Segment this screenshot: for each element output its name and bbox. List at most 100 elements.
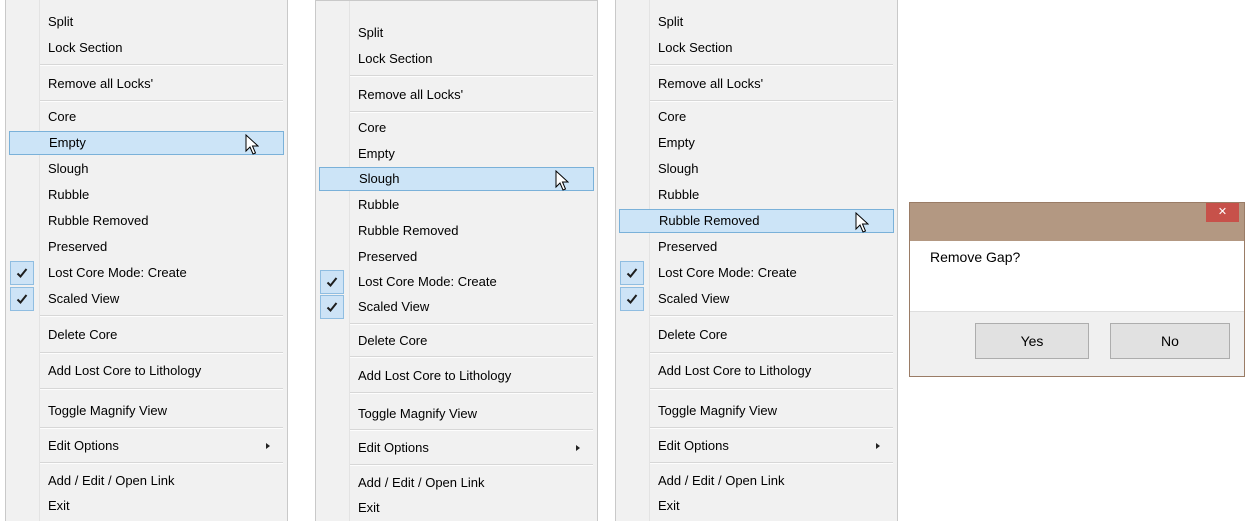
menu-separator [40, 352, 283, 354]
menu-item-preserved[interactable]: Preserved [619, 235, 894, 259]
yes-button[interactable]: Yes [975, 323, 1089, 359]
submenu-arrow-icon [576, 445, 580, 451]
menu-item-label: Lock Section [658, 40, 733, 55]
menu-item-add-edit-open-link[interactable]: Add / Edit / Open Link [619, 469, 894, 493]
menu-item-label: Split [358, 25, 384, 40]
menu-item-add-edit-open-link[interactable]: Add / Edit / Open Link [319, 471, 594, 495]
menu-item-edit-options[interactable]: Edit Options [9, 434, 284, 458]
menu-item-label: Lock Section [358, 51, 433, 66]
menu-item-split[interactable]: Split [619, 10, 894, 34]
menu-item-empty[interactable]: Empty [9, 131, 284, 155]
menu-item-edit-options[interactable]: Edit Options [619, 434, 894, 458]
no-button[interactable]: No [1110, 323, 1230, 359]
menu-item-toggle-magnify[interactable]: Toggle Magnify View [9, 399, 284, 423]
menu-item-lost-core-mode[interactable]: Lost Core Mode: Create [619, 261, 894, 285]
menu-item-slough[interactable]: Slough [619, 157, 894, 181]
menu-item-delete-core[interactable]: Delete Core [619, 323, 894, 347]
menu-item-add-lost-core[interactable]: Add Lost Core to Lithology [9, 359, 284, 383]
menu-item-label: Add Lost Core to Lithology [48, 363, 202, 378]
menu-item-preserved[interactable]: Preserved [9, 235, 284, 259]
menu-separator [350, 464, 593, 466]
menu-item-slough[interactable]: Slough [9, 157, 284, 181]
menu-item-lock-section[interactable]: Lock Section [319, 47, 594, 71]
close-button[interactable]: ✕ [1206, 203, 1239, 222]
menu-item-lock-section[interactable]: Lock Section [9, 36, 284, 60]
menu-item-remove-all-locks[interactable]: Remove all Locks' [619, 72, 894, 96]
menu-item-split[interactable]: Split [9, 10, 284, 34]
menu-separator [40, 462, 283, 464]
menu-item-label: Slough [658, 161, 699, 176]
submenu-arrow-icon [266, 443, 270, 449]
menu-item-label: Lost Core Mode: Create [658, 265, 797, 280]
menu-item-lost-core-mode[interactable]: Lost Core Mode: Create [9, 261, 284, 285]
menu-item-label: Exit [358, 500, 380, 515]
mouse-pointer-icon [555, 170, 569, 191]
menu-item-lock-section[interactable]: Lock Section [619, 36, 894, 60]
menu-item-preserved[interactable]: Preserved [319, 245, 594, 269]
menu-item-label: Scaled View [48, 291, 120, 306]
menu-item-label: Core [48, 109, 77, 124]
menu-item-core[interactable]: Core [619, 105, 894, 129]
context-menu-3: Split Lock Section Remove all Locks' Cor… [615, 0, 898, 521]
menu-item-rubble-removed[interactable]: Rubble Removed [9, 209, 284, 233]
menu-separator [40, 388, 283, 390]
menu-item-label: Add / Edit / Open Link [658, 473, 785, 488]
menu-item-label: Remove all Locks' [48, 76, 154, 91]
menu-item-label: Exit [48, 498, 70, 513]
checkmark-icon [620, 261, 644, 285]
menu-separator [40, 64, 283, 66]
menu-item-label: Edit Options [48, 438, 119, 453]
menu-item-rubble-removed[interactable]: Rubble Removed [619, 209, 894, 233]
menu-item-scaled-view[interactable]: Scaled View [319, 295, 594, 319]
menu-item-toggle-magnify[interactable]: Toggle Magnify View [619, 399, 894, 423]
menu-separator [650, 462, 893, 464]
menu-item-label: Rubble Removed [358, 223, 459, 238]
menu-item-exit[interactable]: Exit [319, 496, 594, 520]
menu-item-label: Add / Edit / Open Link [358, 475, 485, 490]
menu-item-empty[interactable]: Empty [619, 131, 894, 155]
menu-item-empty[interactable]: Empty [319, 142, 594, 166]
menu-item-core[interactable]: Core [319, 116, 594, 140]
menu-item-add-lost-core[interactable]: Add Lost Core to Lithology [619, 359, 894, 383]
menu-item-label: Scaled View [358, 299, 430, 314]
menu-separator [650, 427, 893, 429]
menu-item-core[interactable]: Core [9, 105, 284, 129]
menu-item-remove-all-locks[interactable]: Remove all Locks' [319, 83, 594, 107]
menu-item-toggle-magnify[interactable]: Toggle Magnify View [319, 402, 594, 426]
menu-item-scaled-view[interactable]: Scaled View [9, 287, 284, 311]
mouse-pointer-icon [245, 134, 259, 155]
menu-item-split[interactable]: Split [319, 21, 594, 45]
menu-item-edit-options[interactable]: Edit Options [319, 436, 594, 460]
menu-item-delete-core[interactable]: Delete Core [9, 323, 284, 347]
menu-item-lost-core-mode[interactable]: Lost Core Mode: Create [319, 270, 594, 294]
dialog-title-bar[interactable]: ✕ [910, 203, 1244, 241]
checkmark-icon [620, 287, 644, 311]
checkmark-icon [320, 295, 344, 319]
menu-item-label: Edit Options [658, 438, 729, 453]
menu-item-label: Toggle Magnify View [358, 406, 477, 421]
menu-item-label: Empty [49, 135, 86, 150]
menu-item-add-edit-open-link[interactable]: Add / Edit / Open Link [9, 469, 284, 493]
menu-item-rubble[interactable]: Rubble [619, 183, 894, 207]
menu-item-exit[interactable]: Exit [9, 494, 284, 518]
menu-item-rubble-removed[interactable]: Rubble Removed [319, 219, 594, 243]
menu-item-slough[interactable]: Slough [319, 167, 594, 191]
menu-item-rubble[interactable]: Rubble [9, 183, 284, 207]
menu-item-label: Delete Core [358, 333, 428, 348]
menu-item-label: Core [658, 109, 687, 124]
context-menu-1: Split Lock Section Remove all Locks' Cor… [5, 0, 288, 521]
menu-separator [650, 352, 893, 354]
menu-item-label: Edit Options [358, 440, 429, 455]
menu-item-scaled-view[interactable]: Scaled View [619, 287, 894, 311]
menu-item-remove-all-locks[interactable]: Remove all Locks' [9, 72, 284, 96]
mouse-pointer-icon [855, 212, 869, 233]
menu-item-delete-core[interactable]: Delete Core [319, 329, 594, 353]
menu-item-label: Preserved [358, 249, 418, 264]
menu-item-rubble[interactable]: Rubble [319, 193, 594, 217]
menu-item-add-lost-core[interactable]: Add Lost Core to Lithology [319, 364, 594, 388]
menu-item-label: Preserved [48, 239, 108, 254]
menu-item-label: Empty [658, 135, 695, 150]
menu-item-exit[interactable]: Exit [619, 494, 894, 518]
menu-separator [350, 323, 593, 325]
dialog-button-bar: Yes No [910, 311, 1244, 376]
